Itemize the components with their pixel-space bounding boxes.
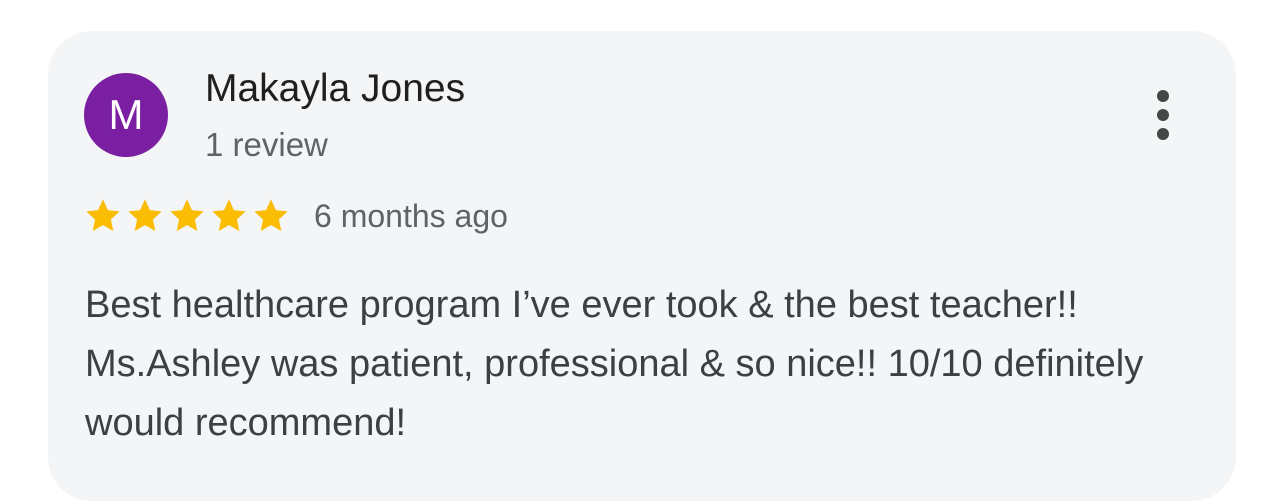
star-icon (86, 199, 120, 232)
review-time: 6 months ago (314, 197, 508, 234)
star-icon (128, 199, 162, 232)
reviewer-name[interactable]: Makayla Jones (205, 67, 465, 111)
star-rating (84, 197, 294, 235)
star-icon (254, 199, 288, 232)
rating-row: 6 months ago (84, 194, 508, 238)
star-icon (170, 199, 204, 232)
review-card: M Makayla Jones 1 review 6 months ago Be… (48, 31, 1236, 501)
star-icon (212, 199, 246, 232)
more-options-button[interactable] (1144, 87, 1182, 143)
review-text: Best healthcare program I’ve ever took &… (85, 284, 1144, 444)
more-vertical-icon (1157, 90, 1169, 140)
reviewer-review-count: 1 review (205, 126, 328, 163)
avatar[interactable]: M (84, 73, 168, 157)
